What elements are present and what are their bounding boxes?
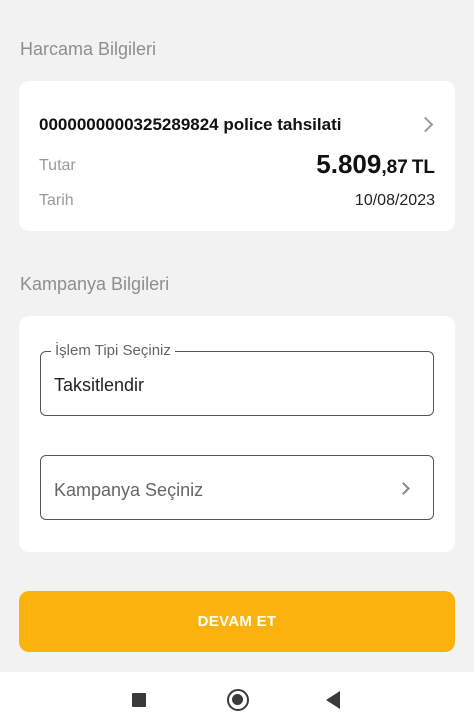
amount-decimal: ,87 (381, 157, 408, 178)
date-label: Tarih (39, 192, 74, 209)
amount-label: Tutar (39, 157, 76, 174)
amount-currency: TL (411, 157, 435, 178)
circle-icon[interactable] (227, 689, 249, 711)
expense-title: 0000000000325289824 police tahsilati (39, 115, 342, 134)
chevron-right-icon (397, 482, 410, 495)
campaign-section-title: Kampanya Bilgileri (20, 274, 170, 294)
campaign-placeholder: Kampanya Seçiniz (54, 480, 204, 500)
system-nav-bar (0, 672, 474, 728)
expense-card[interactable]: 0000000000325289824 police tahsilati Tut… (19, 81, 455, 231)
transaction-type-select[interactable]: İşlem Tipi Seçiniz Taksitlendir (40, 342, 434, 416)
date-value: 10/08/2023 (354, 192, 435, 209)
square-icon[interactable] (132, 693, 146, 707)
continue-button[interactable]: DEVAM ET (19, 591, 455, 652)
triangle-back-icon[interactable] (326, 691, 340, 709)
amount-main: 5.809 (316, 149, 382, 179)
expense-section-title: Harcama Bilgileri (20, 39, 157, 59)
transaction-type-value: Taksitlendir (54, 375, 145, 395)
amount-value: 5.809,87 TL (316, 149, 435, 180)
campaign-card: İşlem Tipi Seçiniz Taksitlendir Kampanya… (19, 316, 455, 552)
chevron-right-icon[interactable] (417, 116, 434, 133)
campaign-select[interactable]: Kampanya Seçiniz (40, 455, 434, 520)
transaction-type-label: İşlem Tipi Seçiniz (51, 342, 175, 359)
